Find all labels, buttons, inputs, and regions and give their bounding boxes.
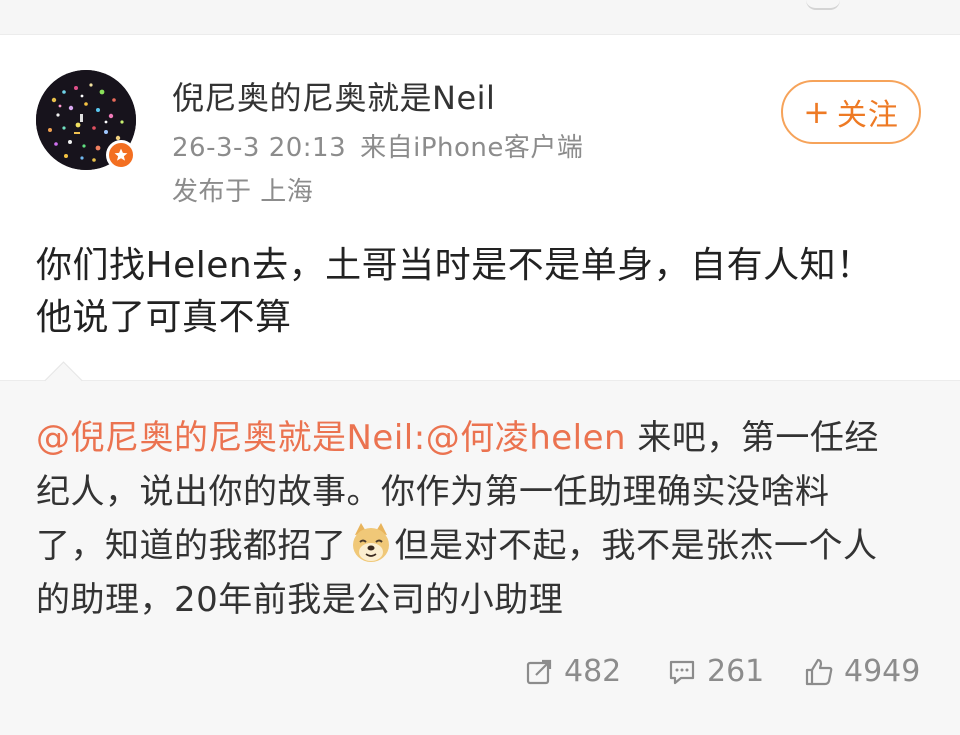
repost-count: 482 <box>564 654 622 689</box>
comment-icon <box>669 660 695 684</box>
author-name[interactable]: 倪尼奥的尼奥就是Neil <box>172 78 495 118</box>
doge-emoji-icon <box>352 523 389 562</box>
like-button[interactable]: 4949 <box>804 654 920 689</box>
follow-button[interactable]: + 关注 <box>781 80 921 144</box>
follow-label: 关注 <box>836 98 899 133</box>
post-time[interactable]: 26-3-3 20:13 <box>172 133 346 163</box>
post-text-line: 你们找Helen去，土哥当时是不是单身，自有人知！ <box>36 245 873 286</box>
post-location: 发布于 上海 <box>172 177 314 207</box>
repost-icon <box>526 659 552 684</box>
repost-button[interactable]: 482 <box>524 654 621 689</box>
previous-post-fragment <box>806 0 840 10</box>
thumbs-up-icon <box>805 658 833 685</box>
verified-badge-icon <box>106 140 136 170</box>
repost-line: 了，知道的我都招了 但是对不起，我不是张杰一个人 <box>36 519 936 573</box>
like-count: 4949 <box>844 654 921 689</box>
mention-link[interactable]: @何凌helen <box>426 418 626 458</box>
repost-text-segment: 但是对不起，我不是张杰一个人 <box>394 526 878 566</box>
previous-post-edge <box>0 0 960 35</box>
repost-line: @倪尼奥的尼奥就是Neil:@何凌helen 来吧，第一任经 <box>36 411 936 465</box>
comment-count: 261 <box>707 654 765 689</box>
post-text-line: 他说了可真不算 <box>36 297 292 338</box>
repost-text-segment: 来吧，第一任经 <box>626 418 879 458</box>
repost-text: @倪尼奥的尼奥就是Neil:@何凌helen 来吧，第一任经 纪人，说出你的故事… <box>36 411 936 627</box>
repost-line: 纪人，说出你的故事。你作为第一任助理确实没啥料 <box>36 472 830 512</box>
post-meta: 26-3-3 20:13 来自iPhone客户端 <box>172 131 583 165</box>
post-text: 你们找Helen去，土哥当时是不是单身，自有人知！ 他说了可真不算 <box>36 240 926 344</box>
repost-text-segment: 了，知道的我都招了 <box>36 526 347 566</box>
repost-line: 的助理，20年前我是公司的小助理 <box>36 580 564 620</box>
comment-button[interactable]: 261 <box>667 654 764 689</box>
mention-link[interactable]: @倪尼奥的尼奥就是Neil: <box>36 418 426 458</box>
repost-notch <box>44 361 83 400</box>
plus-icon: + <box>803 93 831 131</box>
action-bar: 482 261 4949 <box>0 654 960 694</box>
post-source: 来自iPhone客户端 <box>360 133 584 163</box>
